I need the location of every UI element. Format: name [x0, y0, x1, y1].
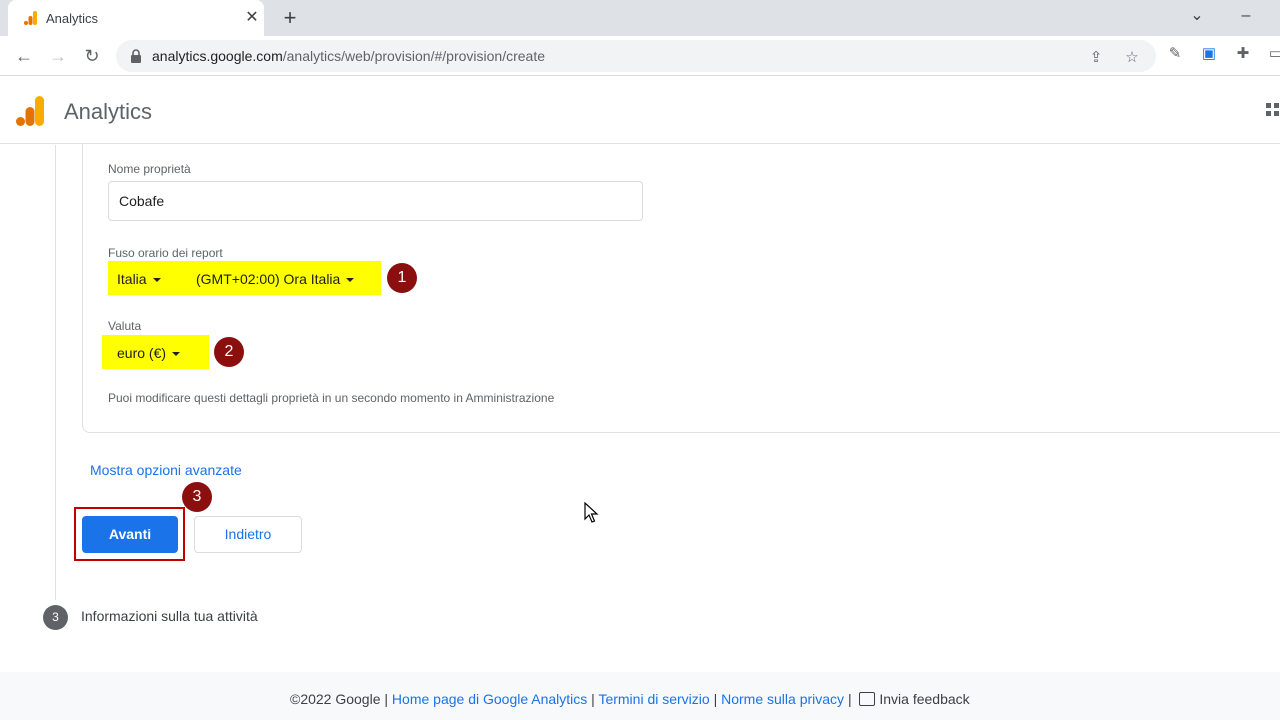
share-icon[interactable]: ⇪	[1086, 48, 1106, 68]
currency-label: Valuta	[108, 319, 142, 333]
bookmark-star-icon[interactable]: ☆	[1122, 48, 1142, 68]
annotation-badge-3: 3	[182, 482, 212, 512]
annotation-badge-1: 1	[387, 263, 417, 293]
analytics-favicon-icon	[24, 11, 37, 25]
settings-note: Puoi modificare questi dettagli propriet…	[108, 391, 555, 405]
footer-home-link[interactable]: Home page di Google Analytics	[392, 691, 587, 707]
feedback-icon[interactable]	[859, 692, 876, 706]
back-button[interactable]: Indietro	[194, 516, 302, 553]
step-label[interactable]: Informazioni sulla tua attività	[81, 608, 258, 624]
footer-copyright: ©2022 Google	[290, 691, 381, 707]
url-path: /analytics/web/provision/#/provision/cre…	[282, 48, 545, 64]
main-content: Nome proprietà Cobafe Fuso orario dei re…	[0, 143, 1280, 672]
chevron-down-icon	[152, 278, 161, 283]
reload-icon[interactable]: ↻	[80, 44, 104, 68]
lock-icon[interactable]	[130, 49, 142, 63]
footer-separator: |	[384, 691, 389, 707]
app-title: Analytics	[64, 99, 153, 124]
new-tab-button[interactable]: +	[278, 6, 302, 30]
app-header: Analytics	[0, 77, 1280, 144]
browser-toolbar: ← → ↻ analytics.google.com/analytics/web…	[0, 36, 1280, 76]
footer-privacy-link[interactable]: Norme sulla privacy	[721, 691, 844, 707]
chevron-down-icon	[346, 278, 355, 283]
timezone-value: (GMT+02:00) Ora Italia	[196, 271, 341, 287]
browser-tab[interactable]: Analytics ✕	[8, 0, 264, 36]
timezone-dropdown[interactable]: (GMT+02:00) Ora Italia	[196, 271, 355, 287]
extensions-puzzle-icon[interactable]: ✚	[1233, 44, 1253, 64]
annotation-badge-2: 2	[214, 337, 244, 367]
back-icon[interactable]: ←	[12, 44, 36, 68]
property-name-input[interactable]: Cobafe	[108, 181, 643, 221]
url-host: analytics.google.com	[152, 48, 283, 64]
show-advanced-options-link[interactable]: Mostra opzioni avanzate	[90, 462, 242, 478]
minimize-icon[interactable]: –	[1234, 4, 1258, 28]
footer-links: ©2022 Google | Home page di Google Analy…	[290, 691, 970, 707]
browser-tabstrip: Analytics ✕ + ⌄ –	[0, 0, 1280, 36]
timezone-label: Fuso orario dei report	[108, 246, 223, 260]
next-button[interactable]: Avanti	[82, 516, 178, 553]
currency-dropdown[interactable]: euro (€)	[117, 345, 181, 361]
country-dropdown[interactable]: Italia	[117, 271, 161, 287]
footer-separator: |	[591, 691, 595, 707]
page-footer: ©2022 Google | Home page di Google Analy…	[0, 672, 1280, 720]
chevron-down-icon	[172, 352, 181, 357]
translate-extension-icon[interactable]: ▣	[1199, 44, 1219, 64]
country-value: Italia	[117, 271, 147, 287]
address-bar[interactable]: analytics.google.com/analytics/web/provi…	[116, 40, 1156, 72]
forward-icon[interactable]: →	[46, 44, 70, 68]
footer-terms-link[interactable]: Termini di servizio	[598, 691, 709, 707]
extension-icon[interactable]: ✎	[1165, 44, 1185, 64]
analytics-logo-icon[interactable]	[16, 95, 46, 127]
property-name-value: Cobafe	[119, 193, 165, 209]
tab-search-icon[interactable]: ⌄	[1185, 4, 1209, 28]
step-number: 3	[43, 605, 68, 630]
footer-feedback-link[interactable]: Invia feedback	[879, 691, 969, 707]
close-tab-icon[interactable]: ✕	[242, 8, 262, 28]
mouse-cursor-icon	[584, 502, 599, 523]
footer-separator: |	[847, 691, 852, 707]
apps-grid-icon[interactable]	[1266, 103, 1280, 121]
footer-separator: |	[713, 691, 718, 707]
tab-title: Analytics	[46, 11, 99, 26]
currency-value: euro (€)	[117, 345, 167, 361]
side-panel-icon[interactable]: ▭	[1266, 44, 1280, 64]
property-name-label: Nome proprietà	[108, 162, 191, 176]
stepper-line	[55, 145, 56, 600]
url-text: analytics.google.com/analytics/web/provi…	[152, 48, 545, 64]
